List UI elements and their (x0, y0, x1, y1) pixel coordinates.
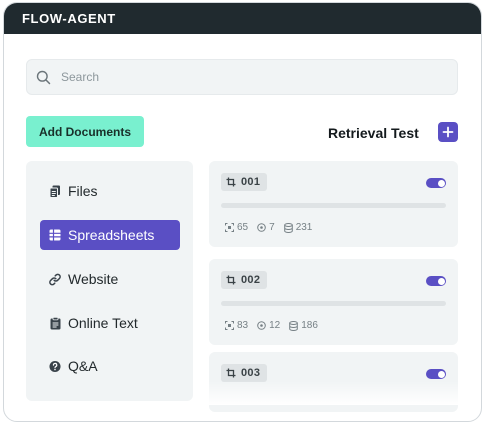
chunk-id: 001 (241, 176, 261, 188)
stat-value: 7 (269, 222, 275, 233)
chunk-enable-toggle[interactable] (426, 276, 446, 286)
files-icon (49, 184, 61, 198)
sidebar-item-label: Website (68, 271, 119, 287)
chunk-id: 002 (241, 274, 261, 286)
stat-characters: 83 (225, 320, 248, 331)
scan-icon (225, 321, 234, 330)
sidebar-item-label: Q&A (68, 358, 98, 374)
scan-icon (225, 223, 234, 232)
sidebar-item-files[interactable]: Files (40, 176, 180, 206)
crop-icon (226, 275, 236, 285)
link-icon (49, 272, 61, 286)
sidebar-item-label: Spreadsheets (68, 227, 155, 243)
chunk-enable-toggle[interactable] (426, 178, 446, 188)
chunk-id-badge: 002 (221, 271, 268, 289)
chunk-stats: 83 12 186 (225, 320, 327, 331)
stat-characters: 65 (225, 222, 248, 233)
sidebar-item-online-text[interactable]: Online Text (40, 308, 180, 338)
app-window: FLOW-AGENT Add Documents Retrieval Test … (3, 2, 482, 422)
stat-storage: 231 (283, 222, 313, 233)
stat-value: 12 (269, 320, 281, 331)
chunk-card[interactable]: 003 (209, 352, 458, 412)
add-documents-button[interactable]: Add Documents (26, 116, 144, 147)
add-retrieval-test-button[interactable] (438, 122, 458, 142)
chunk-enable-toggle[interactable] (426, 369, 446, 379)
sidebar-item-label: Files (68, 183, 98, 199)
database-icon (283, 222, 293, 233)
target-icon (257, 223, 266, 232)
question-icon (49, 359, 61, 373)
chunk-content-placeholder (221, 301, 446, 306)
chunk-content-placeholder (221, 203, 446, 208)
chunk-id-badge: 003 (221, 364, 268, 382)
stat-value: 65 (237, 222, 249, 233)
chunk-id: 003 (241, 367, 261, 379)
stat-value: 231 (295, 222, 313, 233)
retrieval-test-label: Retrieval Test (328, 125, 419, 141)
chunk-card[interactable]: 001 65 7 231 (209, 161, 458, 247)
table-icon (49, 228, 61, 242)
title-bar: FLOW-AGENT (4, 3, 481, 34)
stat-value: 83 (237, 320, 249, 331)
source-sidebar: Files Spreadsheets Website Online Text Q… (26, 161, 193, 401)
plus-icon (442, 126, 454, 138)
sidebar-item-label: Online Text (68, 315, 138, 331)
sidebar-item-spreadsheets[interactable]: Spreadsheets (40, 220, 180, 250)
database-icon (289, 320, 299, 331)
stat-hits: 12 (257, 320, 280, 331)
search-box[interactable] (26, 59, 458, 95)
sidebar-item-qa[interactable]: Q&A (40, 351, 180, 381)
stat-hits: 7 (257, 222, 275, 233)
app-title: FLOW-AGENT (22, 11, 116, 26)
clipboard-icon (49, 316, 61, 330)
stat-storage: 186 (289, 320, 318, 331)
chunk-stats: 65 7 231 (225, 222, 321, 233)
search-icon (36, 70, 51, 85)
search-input[interactable] (59, 69, 423, 85)
crop-icon (226, 368, 236, 378)
crop-icon (226, 177, 236, 187)
stat-value: 186 (301, 320, 318, 331)
sidebar-item-website[interactable]: Website (40, 264, 180, 294)
target-icon (257, 321, 266, 330)
chunk-card[interactable]: 002 83 12 186 (209, 259, 458, 345)
chunk-id-badge: 001 (221, 173, 268, 191)
